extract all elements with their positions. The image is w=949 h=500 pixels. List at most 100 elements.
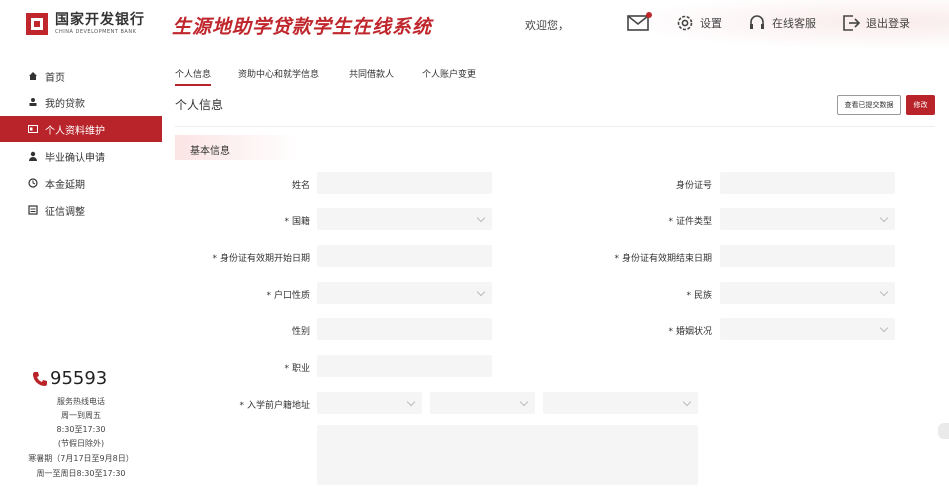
occupation-select[interactable]	[317, 355, 492, 377]
ethnicity-label: * 民族	[622, 288, 712, 301]
id-number-label-text: 身份证号	[675, 181, 712, 191]
user-icon	[29, 151, 37, 161]
tab-account-change[interactable]: 个人账户变更	[422, 67, 476, 80]
bank-logo[interactable]: 国家开发银行 CHINA DEVELOPMENT BANK	[26, 12, 145, 36]
hotline-days: 周一到周五	[61, 411, 101, 420]
id-type-label: * 证件类型	[622, 214, 712, 227]
required-mark: *	[239, 401, 244, 411]
edit-button[interactable]: 修改	[906, 95, 935, 115]
logout-button[interactable]: 退出登录	[842, 14, 910, 32]
id-type-label-text: 证件类型	[675, 217, 712, 227]
chevron-down-icon	[476, 287, 486, 297]
sidebar-item-personal-info[interactable]: 个人资料维护	[0, 116, 162, 142]
tab-bar: 个人信息 资助中心和就学信息 共同借款人 个人账户变更	[162, 55, 949, 86]
sidebar-item-label: 毕业确认申请	[45, 152, 105, 164]
nationality-label: * 国籍	[222, 214, 310, 227]
marital-label-text: 婚姻状况	[675, 327, 712, 337]
chevron-down-icon	[879, 213, 889, 223]
id-end-date-field[interactable]	[720, 245, 895, 267]
required-mark: *	[284, 217, 289, 227]
sidebar: 首页 我的贷款 个人资料维护 毕业确认申请 本金延期 征信调整 95593 服务…	[0, 55, 162, 500]
id-type-select[interactable]	[720, 208, 895, 230]
required-mark: *	[284, 364, 289, 374]
id-card-icon	[28, 125, 38, 133]
tab-co-borrower[interactable]: 共同借款人	[349, 67, 394, 80]
id-number-field[interactable]	[720, 172, 895, 194]
sidebar-item-home[interactable]: 首页	[0, 63, 162, 89]
gear-icon	[677, 15, 693, 31]
ethnicity-select[interactable]	[720, 282, 895, 304]
hukou-label: * 户口性质	[222, 288, 310, 301]
tab-aid-center[interactable]: 资助中心和就学信息	[238, 67, 319, 80]
logout-icon	[843, 15, 860, 31]
loan-icon	[29, 98, 37, 106]
system-title: 生源地助学贷款学生在线系统	[172, 16, 433, 38]
online-service-label: 在线客服	[772, 17, 816, 30]
divider	[175, 126, 935, 127]
bank-name-cn: 国家开发银行	[55, 12, 145, 28]
occupation-label-text: 职业	[291, 364, 310, 374]
address-county-select[interactable]	[543, 392, 698, 414]
address-province-select[interactable]	[317, 392, 422, 414]
required-mark: *	[686, 291, 691, 301]
name-field[interactable]	[317, 172, 492, 194]
bank-logo-text: 国家开发银行 CHINA DEVELOPMENT BANK	[55, 12, 145, 36]
sidebar-item-graduation[interactable]: 毕业确认申请	[0, 143, 162, 169]
hukou-select[interactable]	[317, 282, 492, 304]
hotline-holiday-note: (节假日除外)	[57, 439, 105, 448]
logout-label: 退出登录	[866, 17, 910, 30]
chevron-down-icon	[406, 397, 416, 407]
chevron-down-icon	[476, 213, 486, 223]
sidebar-item-label: 我的贷款	[45, 98, 85, 110]
chevron-down-icon	[682, 397, 692, 407]
sidebar-item-label: 本金延期	[45, 179, 85, 191]
gender-field[interactable]	[317, 318, 492, 340]
clock-icon	[28, 178, 38, 188]
sidebar-item-principal-deferral[interactable]: 本金延期	[0, 170, 162, 196]
marital-select[interactable]	[720, 318, 895, 340]
phone-icon	[33, 371, 47, 386]
page-title: 个人信息	[175, 98, 224, 112]
list-icon	[28, 205, 38, 215]
bank-name-en: CHINA DEVELOPMENT BANK	[55, 29, 137, 35]
tab-personal-info[interactable]: 个人信息	[175, 67, 212, 86]
bank-logo-icon	[26, 13, 48, 35]
view-submitted-button[interactable]: 查看已提交数据	[837, 95, 901, 115]
settings-label: 设置	[700, 17, 722, 30]
required-mark: *	[668, 217, 673, 227]
section-title: 基本信息	[190, 146, 230, 157]
online-service-button[interactable]: 在线客服	[748, 14, 816, 32]
settings-button[interactable]: 设置	[676, 14, 722, 32]
hotline-vacation-period: 寒暑期（7月17日至9月8日）	[28, 454, 134, 463]
nationality-select[interactable]	[317, 208, 492, 230]
address-city-select[interactable]	[430, 392, 535, 414]
headset-icon	[750, 15, 764, 29]
address-label-text: 入学前户籍地址	[246, 401, 310, 411]
section-header: 基本信息	[175, 135, 300, 160]
sidebar-item-my-loans[interactable]: 我的贷款	[0, 89, 162, 115]
sidebar-item-label: 个人资料维护	[45, 125, 105, 137]
chevron-down-icon	[879, 323, 889, 333]
gender-label: 性别	[222, 324, 310, 337]
ethnicity-label-text: 民族	[693, 291, 712, 301]
mail-button[interactable]	[627, 12, 652, 32]
required-mark: *	[212, 254, 217, 264]
hotline-hours: 8:30至17:30	[56, 425, 106, 434]
id-start-date-field[interactable]	[317, 245, 492, 267]
marital-label: * 婚姻状况	[622, 324, 712, 337]
address-detail-textarea[interactable]	[317, 425, 698, 485]
hotline-number: 95593	[32, 368, 107, 389]
sidebar-item-credit-adjust[interactable]: 征信调整	[0, 197, 162, 223]
id-start-label: * 身份证有效期开始日期	[182, 251, 310, 264]
sidebar-item-label: 首页	[45, 72, 65, 84]
scroll-handle[interactable]	[938, 423, 949, 439]
hukou-label-text: 户口性质	[273, 291, 310, 301]
id-end-label-text: 身份证有效期结束日期	[621, 254, 712, 264]
required-mark: *	[668, 327, 673, 337]
hotline-vacation-hours: 周一至周日8:30至17:30	[36, 469, 126, 478]
main-content: 个人信息 资助中心和就学信息 共同借款人 个人账户变更 个人信息 查看已提交数据…	[162, 55, 949, 500]
nationality-label-text: 国籍	[291, 217, 310, 227]
id-number-label: 身份证号	[622, 178, 712, 191]
id-start-label-text: 身份证有效期开始日期	[219, 254, 310, 264]
sidebar-item-label: 征信调整	[45, 206, 85, 218]
